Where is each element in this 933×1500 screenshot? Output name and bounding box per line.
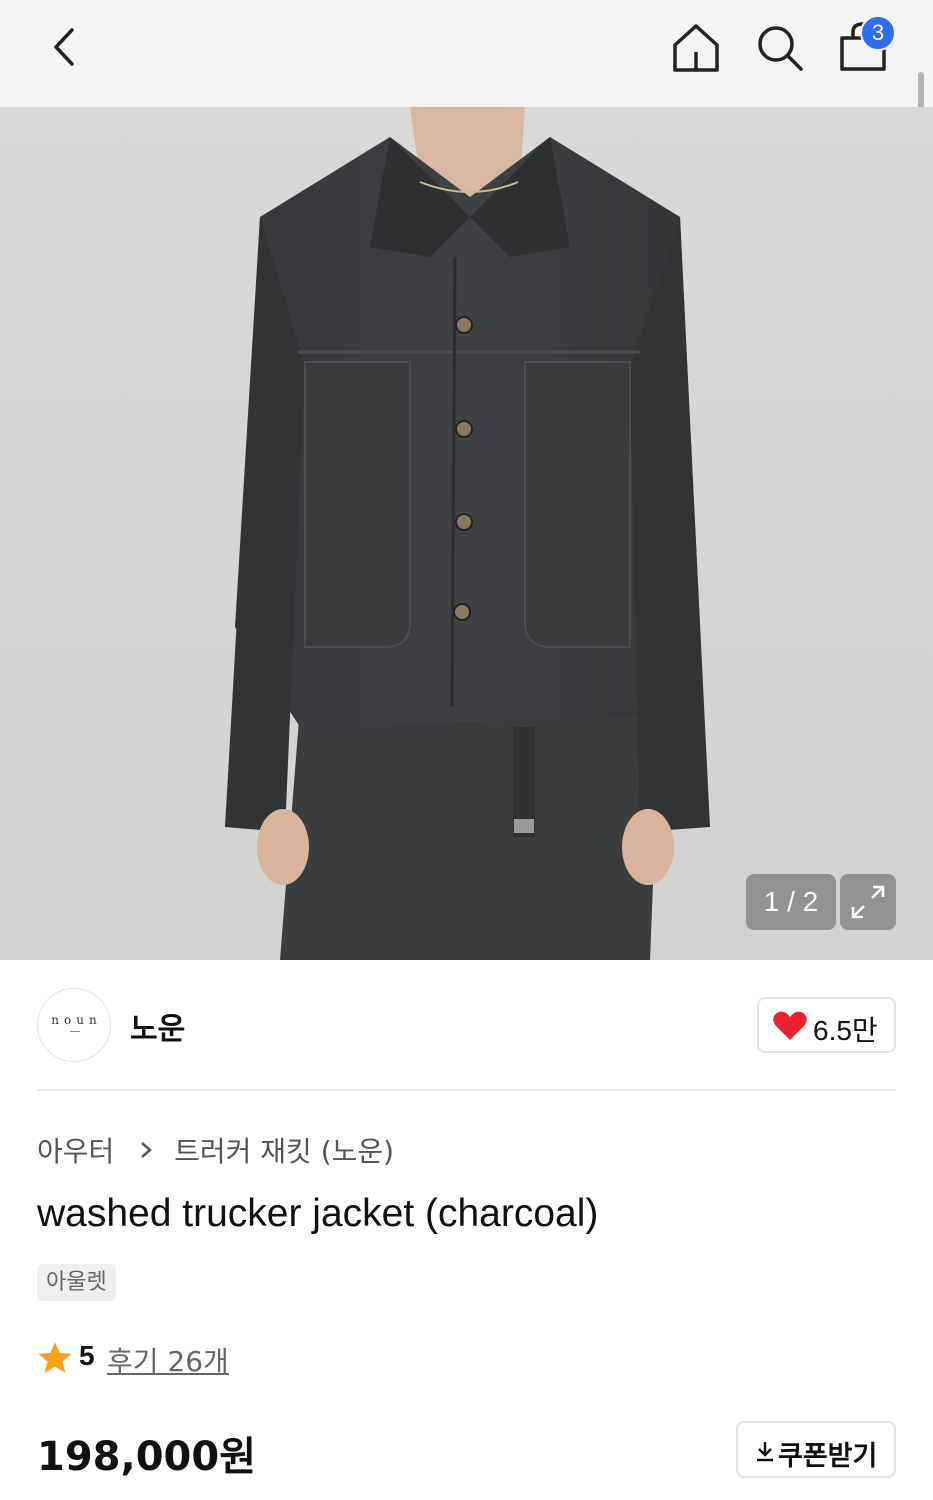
outlet-tag: 아울렛 [37, 1264, 116, 1301]
coupon-label: 쿠폰받기 [778, 1441, 878, 1472]
expand-icon [851, 885, 885, 919]
get-coupon-button[interactable]: 쿠폰받기 [736, 1421, 896, 1478]
chevron-right-icon [141, 1142, 153, 1158]
star-icon [38, 1342, 72, 1373]
back-button[interactable] [40, 22, 90, 72]
review-count-link[interactable]: 후기 26개 [107, 1340, 229, 1380]
cart-count-badge: 3 [860, 15, 896, 51]
search-icon [758, 26, 803, 71]
divider [37, 1089, 896, 1091]
product-price: 198,000원 [37, 1434, 256, 1480]
breadcrumb: 아우터 트러커 재킷 (노운) [37, 1130, 394, 1170]
top-navigation-bar: 3 [0, 0, 933, 176]
expand-image-button[interactable] [840, 874, 896, 930]
breadcrumb-item-category[interactable]: 트러커 재킷 (노운) [174, 1130, 394, 1170]
product-title: washed trucker jacket (charcoal) [37, 1192, 599, 1235]
brand-name[interactable]: 노운 [130, 1004, 185, 1048]
chevron-left-icon [54, 28, 74, 66]
heart-icon [773, 1011, 807, 1040]
product-image[interactable] [0, 107, 933, 960]
search-button[interactable] [752, 20, 808, 76]
product-photo [225, 107, 710, 960]
brand-logo-text: noun [51, 1013, 102, 1027]
home-button[interactable] [668, 20, 724, 76]
download-icon [757, 1442, 773, 1462]
brand-logo-underline [70, 1031, 80, 1032]
breadcrumb-item-outer[interactable]: 아우터 [37, 1130, 114, 1170]
brand-logo[interactable]: noun [37, 988, 111, 1062]
home-icon [673, 24, 719, 72]
image-counter: 1 / 2 [746, 874, 836, 930]
rating-score: 5 [79, 1340, 95, 1371]
like-count: 6.5만 [813, 1015, 878, 1046]
like-button[interactable]: 6.5만 [757, 997, 896, 1053]
